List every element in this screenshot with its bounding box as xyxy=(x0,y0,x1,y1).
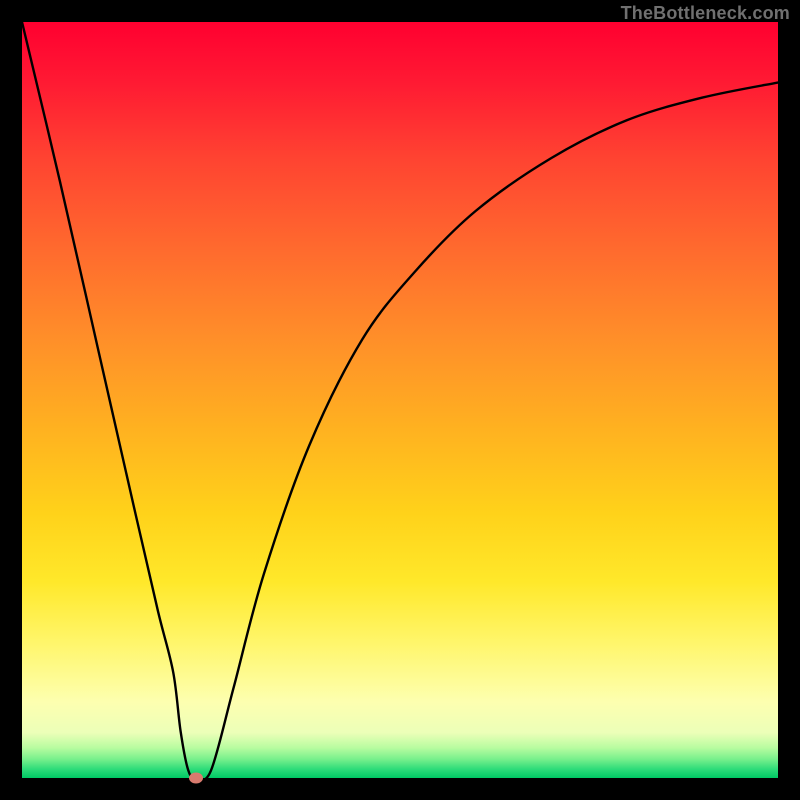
minimum-marker xyxy=(189,773,203,784)
chart-frame xyxy=(22,22,778,778)
watermark-text: TheBottleneck.com xyxy=(621,3,790,24)
bottleneck-curve xyxy=(22,22,778,778)
